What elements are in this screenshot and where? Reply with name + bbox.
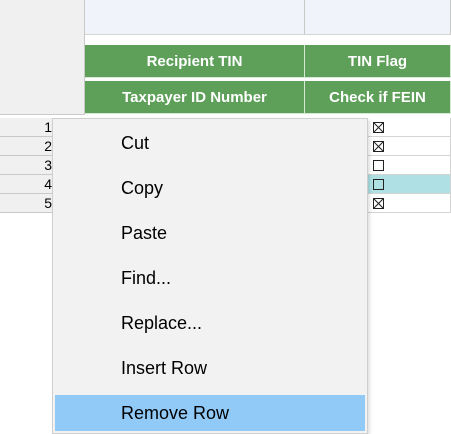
column-header-blank-2[interactable]: [305, 0, 451, 35]
tin-flag-checkbox[interactable]: [373, 160, 384, 171]
menu-item-insert-row[interactable]: Insert Row: [55, 350, 365, 386]
menu-item-cut[interactable]: Cut: [55, 125, 365, 161]
row-number[interactable]: 1: [0, 118, 57, 137]
row-number[interactable]: 5: [0, 194, 57, 213]
row-number[interactable]: 2: [0, 137, 57, 156]
column-header-blank-1[interactable]: [85, 0, 305, 35]
row-number[interactable]: 4: [0, 175, 57, 194]
tin-flag-checkbox[interactable]: [373, 122, 384, 133]
menu-item-find[interactable]: Find...: [55, 260, 365, 296]
tin-flag-checkbox[interactable]: [373, 198, 384, 209]
menu-item-copy[interactable]: Copy: [55, 170, 365, 206]
menu-item-remove-row[interactable]: Remove Row: [55, 395, 365, 431]
menu-item-paste[interactable]: Paste: [55, 215, 365, 251]
column-header-recipient-tin[interactable]: Recipient TIN: [85, 45, 305, 78]
grid-corner: [0, 0, 85, 115]
tin-flag-checkbox[interactable]: [373, 179, 384, 190]
column-header-tin-flag[interactable]: TIN Flag: [305, 45, 451, 78]
column-subheader-taxpayer-id[interactable]: Taxpayer ID Number: [85, 81, 305, 114]
tin-flag-checkbox[interactable]: [373, 141, 384, 152]
context-menu: Cut Copy Paste Find... Replace... Insert…: [52, 118, 368, 434]
menu-item-replace[interactable]: Replace...: [55, 305, 365, 341]
column-subheader-check-fein[interactable]: Check if FEIN: [305, 81, 451, 114]
row-number[interactable]: 3: [0, 156, 57, 175]
